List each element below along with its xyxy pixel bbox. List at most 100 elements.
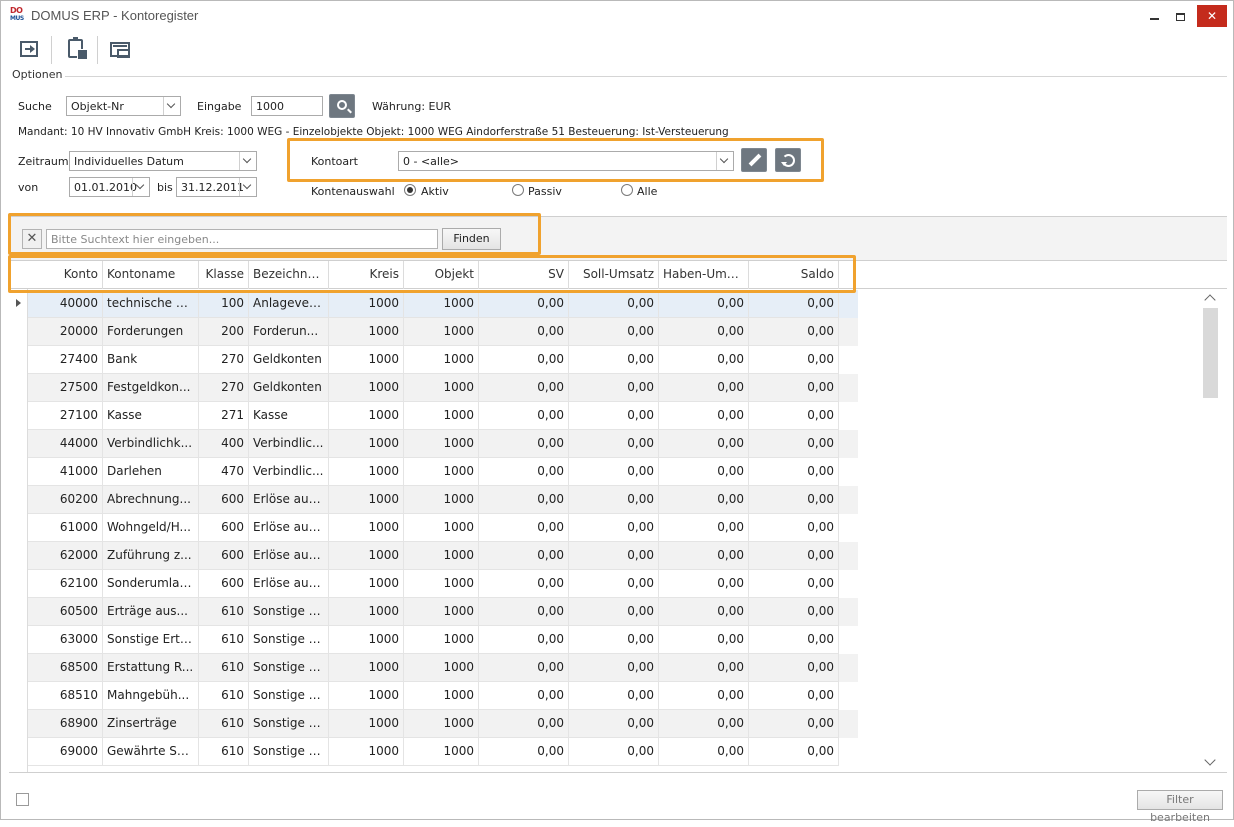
cell-klasse[interactable]: 610 [199,654,249,682]
cell-kontoname[interactable]: Erstattung R... [103,654,199,682]
cell-bezeichnung[interactable]: Erlöse aus... [249,514,329,542]
chevron-down-icon[interactable] [132,178,149,196]
header-col-klasse[interactable]: Klasse [199,261,249,289]
table-row[interactable]: 69000 Gewährte Sk... 610 Sonstige E... 1000 1… [28,738,858,766]
table-row[interactable]: 60500 Erträge aus... 610 Sonstige E... 1000 1… [28,598,858,626]
cell-kreis[interactable]: 1000 [329,570,404,598]
cell-soll-umsatz[interactable]: 0,00 [569,458,659,486]
table-row[interactable]: 61000 Wohngeld/H... 600 Erlöse aus... 1000 10… [28,514,858,542]
cell-soll-umsatz[interactable]: 0,00 [569,738,659,766]
clipboard-calculator-button[interactable] [62,36,90,64]
cell-klasse[interactable]: 470 [199,458,249,486]
cell-haben-umsatz[interactable]: 0,00 [659,682,749,710]
cell-kreis[interactable]: 1000 [329,514,404,542]
cell-kontoname[interactable]: Abrechnung... [103,486,199,514]
table-row[interactable]: 40000 technische A... 100 Anlagever... 1000 1… [28,290,858,318]
cell-soll-umsatz[interactable]: 0,00 [569,318,659,346]
chevron-down-icon[interactable] [163,97,180,115]
cell-sv[interactable]: 0,00 [479,626,569,654]
cell-saldo[interactable]: 0,00 [749,710,839,738]
cell-konto[interactable]: 68500 [28,654,103,682]
cell-saldo[interactable]: 0,00 [749,738,839,766]
cell-kontoname[interactable]: Zuführung z... [103,542,199,570]
cell-bezeichnung[interactable]: Verbindlic... [249,458,329,486]
chevron-down-icon[interactable] [239,152,256,170]
cell-soll-umsatz[interactable]: 0,00 [569,542,659,570]
cell-konto[interactable]: 69000 [28,738,103,766]
cell-kreis[interactable]: 1000 [329,430,404,458]
cell-kontoname[interactable]: Darlehen [103,458,199,486]
cell-kontoname[interactable]: Verbindlichk... [103,430,199,458]
find-button[interactable]: Finden [442,228,501,250]
cell-sv[interactable]: 0,00 [479,514,569,542]
cell-soll-umsatz[interactable]: 0,00 [569,486,659,514]
cell-bezeichnung[interactable]: Sonstige E... [249,682,329,710]
cell-klasse[interactable]: 610 [199,710,249,738]
cell-soll-umsatz[interactable]: 0,00 [569,514,659,542]
chevron-down-icon[interactable] [239,178,256,196]
scroll-down-icon[interactable] [1204,754,1216,766]
cell-sv[interactable]: 0,00 [479,570,569,598]
table-row[interactable]: 44000 Verbindlichk... 400 Verbindlic... 1000… [28,430,858,458]
cell-kontoname[interactable]: Erträge aus... [103,598,199,626]
cell-saldo[interactable]: 0,00 [749,654,839,682]
radio-alle[interactable] [621,184,633,196]
header-col-sv[interactable]: SV [479,261,569,289]
cell-objekt[interactable]: 1000 [404,626,479,654]
zeitraum-combobox[interactable]: Individuelles Datum [69,151,257,171]
cell-sv[interactable]: 0,00 [479,654,569,682]
cell-sv[interactable]: 0,00 [479,430,569,458]
cell-bezeichnung[interactable]: Erlöse aus... [249,570,329,598]
cell-objekt[interactable]: 1000 [404,290,479,318]
cell-klasse[interactable]: 400 [199,430,249,458]
cell-klasse[interactable]: 610 [199,598,249,626]
cell-bezeichnung[interactable]: Geldkonten [249,346,329,374]
cell-objekt[interactable]: 1000 [404,430,479,458]
cell-bezeichnung[interactable]: Sonstige E... [249,738,329,766]
cell-objekt[interactable]: 1000 [404,374,479,402]
cell-objekt[interactable]: 1000 [404,682,479,710]
cell-konto[interactable]: 27400 [28,346,103,374]
cell-haben-umsatz[interactable]: 0,00 [659,542,749,570]
cell-kontoname[interactable]: Sonderumlage [103,570,199,598]
cell-haben-umsatz[interactable]: 0,00 [659,290,749,318]
cell-kreis[interactable]: 1000 [329,402,404,430]
cell-konto[interactable]: 61000 [28,514,103,542]
cell-soll-umsatz[interactable]: 0,00 [569,570,659,598]
table-row[interactable]: 27100 Kasse 271 Kasse 1000 1000 0,00 0,00 0,00 0,… [28,402,858,430]
cell-kontoname[interactable]: Festgeldkon... [103,374,199,402]
cell-bezeichnung[interactable]: Geldkonten [249,374,329,402]
cell-sv[interactable]: 0,00 [479,346,569,374]
cell-objekt[interactable]: 1000 [404,598,479,626]
cell-sv[interactable]: 0,00 [479,598,569,626]
cell-saldo[interactable]: 0,00 [749,570,839,598]
header-col-konto[interactable]: Konto [28,261,103,289]
cell-kontoname[interactable]: Sonstige Ertr... [103,626,199,654]
cell-saldo[interactable]: 0,00 [749,318,839,346]
header-col-bezeichnung[interactable]: Bezeichnu... [249,261,329,289]
cell-soll-umsatz[interactable]: 0,00 [569,374,659,402]
cell-saldo[interactable]: 0,00 [749,542,839,570]
cell-objekt[interactable]: 1000 [404,346,479,374]
cell-soll-umsatz[interactable]: 0,00 [569,682,659,710]
cell-soll-umsatz[interactable]: 0,00 [569,598,659,626]
cell-kreis[interactable]: 1000 [329,318,404,346]
cell-haben-umsatz[interactable]: 0,00 [659,346,749,374]
cell-objekt[interactable]: 1000 [404,570,479,598]
table-row[interactable]: 68510 Mahngebüh... 610 Sonstige E... 1000 100… [28,682,858,710]
cell-klasse[interactable]: 600 [199,514,249,542]
cell-objekt[interactable]: 1000 [404,654,479,682]
cell-klasse[interactable]: 600 [199,542,249,570]
suche-combobox[interactable]: Objekt-Nr [66,96,181,116]
cell-saldo[interactable]: 0,00 [749,486,839,514]
filter-edit-button[interactable]: Filter bearbeiten [1137,790,1223,824]
screen-button[interactable] [106,36,134,64]
header-col-saldo[interactable]: Saldo [749,261,839,289]
eingabe-input[interactable]: 1000 [251,96,323,116]
cell-kontoname[interactable]: Wohngeld/H... [103,514,199,542]
cell-kreis[interactable]: 1000 [329,346,404,374]
refresh-button[interactable] [775,148,801,172]
header-col-soll-umsatz[interactable]: Soll-Umsatz [569,261,659,289]
cell-konto[interactable]: 40000 [28,290,103,318]
cell-bezeichnung[interactable]: Kasse [249,402,329,430]
